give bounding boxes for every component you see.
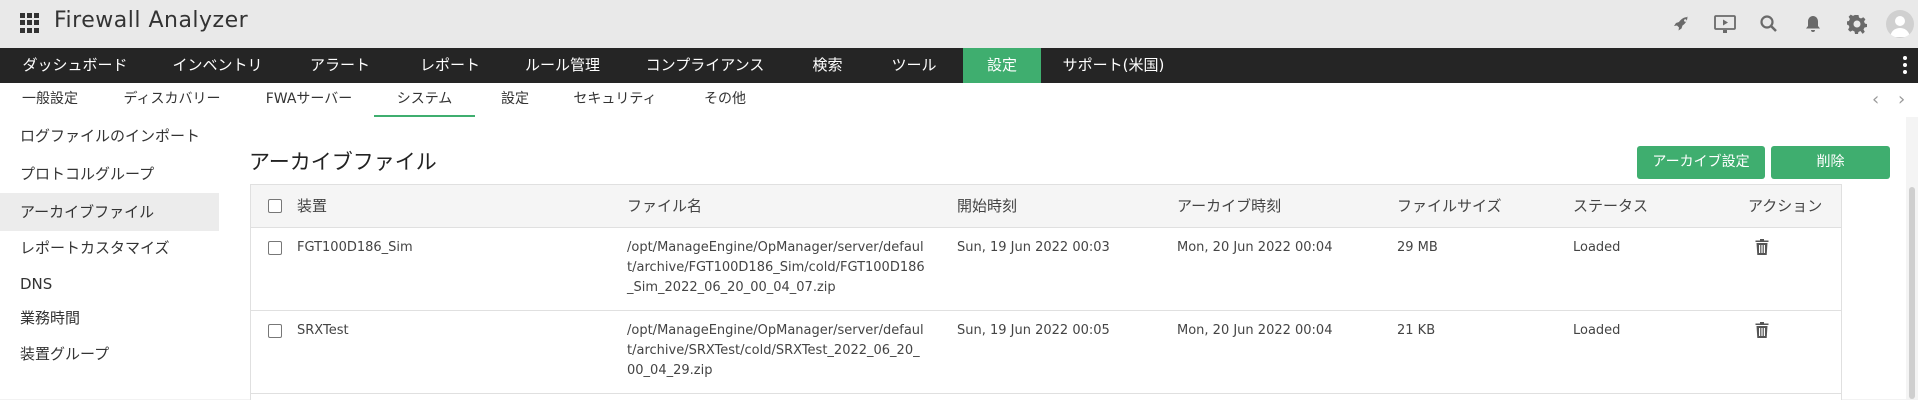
- table-header: 装置 ファイル名 開始時刻 アーカイブ時刻 ファイルサイズ ステータス アクショ…: [251, 185, 1841, 228]
- column-start-time[interactable]: 開始時刻: [957, 185, 1017, 227]
- table-row: SRXTest /opt/ManageEngine/OpManager/serv…: [251, 311, 1841, 394]
- gear-icon[interactable]: [1842, 9, 1872, 39]
- row-checkbox[interactable]: [268, 241, 282, 255]
- row-file-name: /opt/ManageEngine/OpManager/server/defau…: [627, 240, 925, 295]
- row-archive-time: Mon, 20 Jun 2022 00:04: [1177, 323, 1333, 338]
- more-menu-icon[interactable]: [1903, 56, 1908, 77]
- tab-security[interactable]: セキュリティ: [555, 83, 675, 115]
- sidebar-item-report-customize[interactable]: レポートカスタマイズ: [0, 229, 219, 267]
- row-file-size: 29 MB: [1397, 240, 1438, 255]
- row-start-time: Sun, 19 Jun 2022 00:03: [957, 240, 1110, 255]
- app-title: Firewall Analyzer: [54, 8, 249, 33]
- row-file-name: /opt/ManageEngine/OpManager/server/defau…: [627, 323, 924, 378]
- row-start-time: Sun, 19 Jun 2022 00:05: [957, 323, 1110, 338]
- tab-fwa-server[interactable]: FWAサーバー: [245, 83, 373, 115]
- trash-icon[interactable]: [1755, 322, 1771, 338]
- nav-reports[interactable]: レポート: [395, 48, 505, 83]
- nav-alerts[interactable]: アラート: [285, 48, 395, 83]
- bell-icon[interactable]: [1798, 9, 1828, 39]
- tab-system[interactable]: システム: [374, 83, 475, 117]
- search-icon[interactable]: [1754, 9, 1784, 39]
- nav-search[interactable]: 検索: [790, 48, 865, 83]
- scrollbar-thumb[interactable]: [1909, 187, 1915, 399]
- row-checkbox[interactable]: [268, 324, 282, 338]
- column-archive-time[interactable]: アーカイブ時刻: [1177, 185, 1281, 227]
- sidebar-item-log-import[interactable]: ログファイルのインポート: [0, 117, 219, 155]
- row-archive-time: Mon, 20 Jun 2022 00:04: [1177, 240, 1333, 255]
- sidebar-item-business-hours[interactable]: 業務時間: [0, 299, 219, 337]
- nav-tools[interactable]: ツール: [865, 48, 963, 83]
- page-title: アーカイブファイル: [249, 150, 437, 174]
- apps-grid-icon[interactable]: [20, 13, 40, 33]
- row-status: Loaded: [1573, 240, 1621, 255]
- column-file-name[interactable]: ファイル名: [627, 185, 702, 227]
- nav-settings[interactable]: 設定: [963, 48, 1041, 83]
- nav-rule-management[interactable]: ルール管理: [505, 48, 620, 83]
- sidebar-item-protocol-groups[interactable]: プロトコルグループ: [0, 155, 219, 193]
- nav-support[interactable]: サポート(米国): [1041, 48, 1186, 83]
- archive-settings-button[interactable]: アーカイブ設定: [1637, 146, 1765, 179]
- column-file-size[interactable]: ファイルサイズ: [1397, 185, 1502, 227]
- rocket-icon[interactable]: [1666, 9, 1696, 39]
- tab-discovery[interactable]: ディスカバリー: [107, 83, 237, 115]
- main-nav: ダッシュボード インベントリ アラート レポート ルール管理 コンプライアンス …: [0, 48, 1918, 83]
- row-device: SRXTest: [297, 323, 349, 338]
- tab-settings[interactable]: 設定: [475, 83, 555, 115]
- nav-dashboard[interactable]: ダッシュボード: [0, 48, 150, 83]
- column-action: アクション: [1748, 197, 1823, 215]
- sidebar: ログファイルのインポート プロトコルグループ アーカイブファイル レポートカスタ…: [0, 117, 219, 399]
- tab-general-settings[interactable]: 一般設定: [0, 83, 100, 115]
- row-status: Loaded: [1573, 323, 1621, 338]
- scrollbar[interactable]: [1906, 117, 1918, 399]
- presentation-icon[interactable]: [1710, 9, 1740, 39]
- header-toolbar: [1652, 0, 1918, 48]
- column-device[interactable]: 装置: [297, 185, 327, 227]
- app-header: Firewall Analyzer: [0, 0, 1918, 48]
- user-avatar-icon[interactable]: [1886, 10, 1914, 38]
- select-all-checkbox[interactable]: [268, 199, 282, 213]
- tab-other[interactable]: その他: [675, 83, 775, 115]
- scroll-right-icon[interactable]: ›: [1898, 89, 1905, 110]
- delete-button[interactable]: 削除: [1771, 146, 1890, 179]
- nav-inventory[interactable]: インベントリ: [150, 48, 285, 83]
- row-file-size: 21 KB: [1397, 323, 1436, 338]
- scroll-left-icon[interactable]: ‹: [1872, 89, 1879, 110]
- column-status[interactable]: ステータス: [1573, 185, 1648, 227]
- sub-nav: 一般設定 ディスカバリー FWAサーバー システム 設定 セキュリティ その他 …: [0, 83, 1918, 118]
- sidebar-item-archive-files[interactable]: アーカイブファイル: [0, 193, 219, 231]
- trash-icon[interactable]: [1755, 239, 1771, 255]
- nav-compliance[interactable]: コンプライアンス: [620, 48, 790, 83]
- row-device: FGT100D186_Sim: [297, 240, 413, 255]
- sidebar-item-dns[interactable]: DNS: [0, 265, 219, 303]
- sidebar-item-device-groups[interactable]: 装置グループ: [0, 335, 219, 373]
- table-row: FGT100D186_Sim /opt/ManageEngine/OpManag…: [251, 228, 1841, 311]
- archive-table: 装置 ファイル名 開始時刻 アーカイブ時刻 ファイルサイズ ステータス アクショ…: [250, 184, 1842, 400]
